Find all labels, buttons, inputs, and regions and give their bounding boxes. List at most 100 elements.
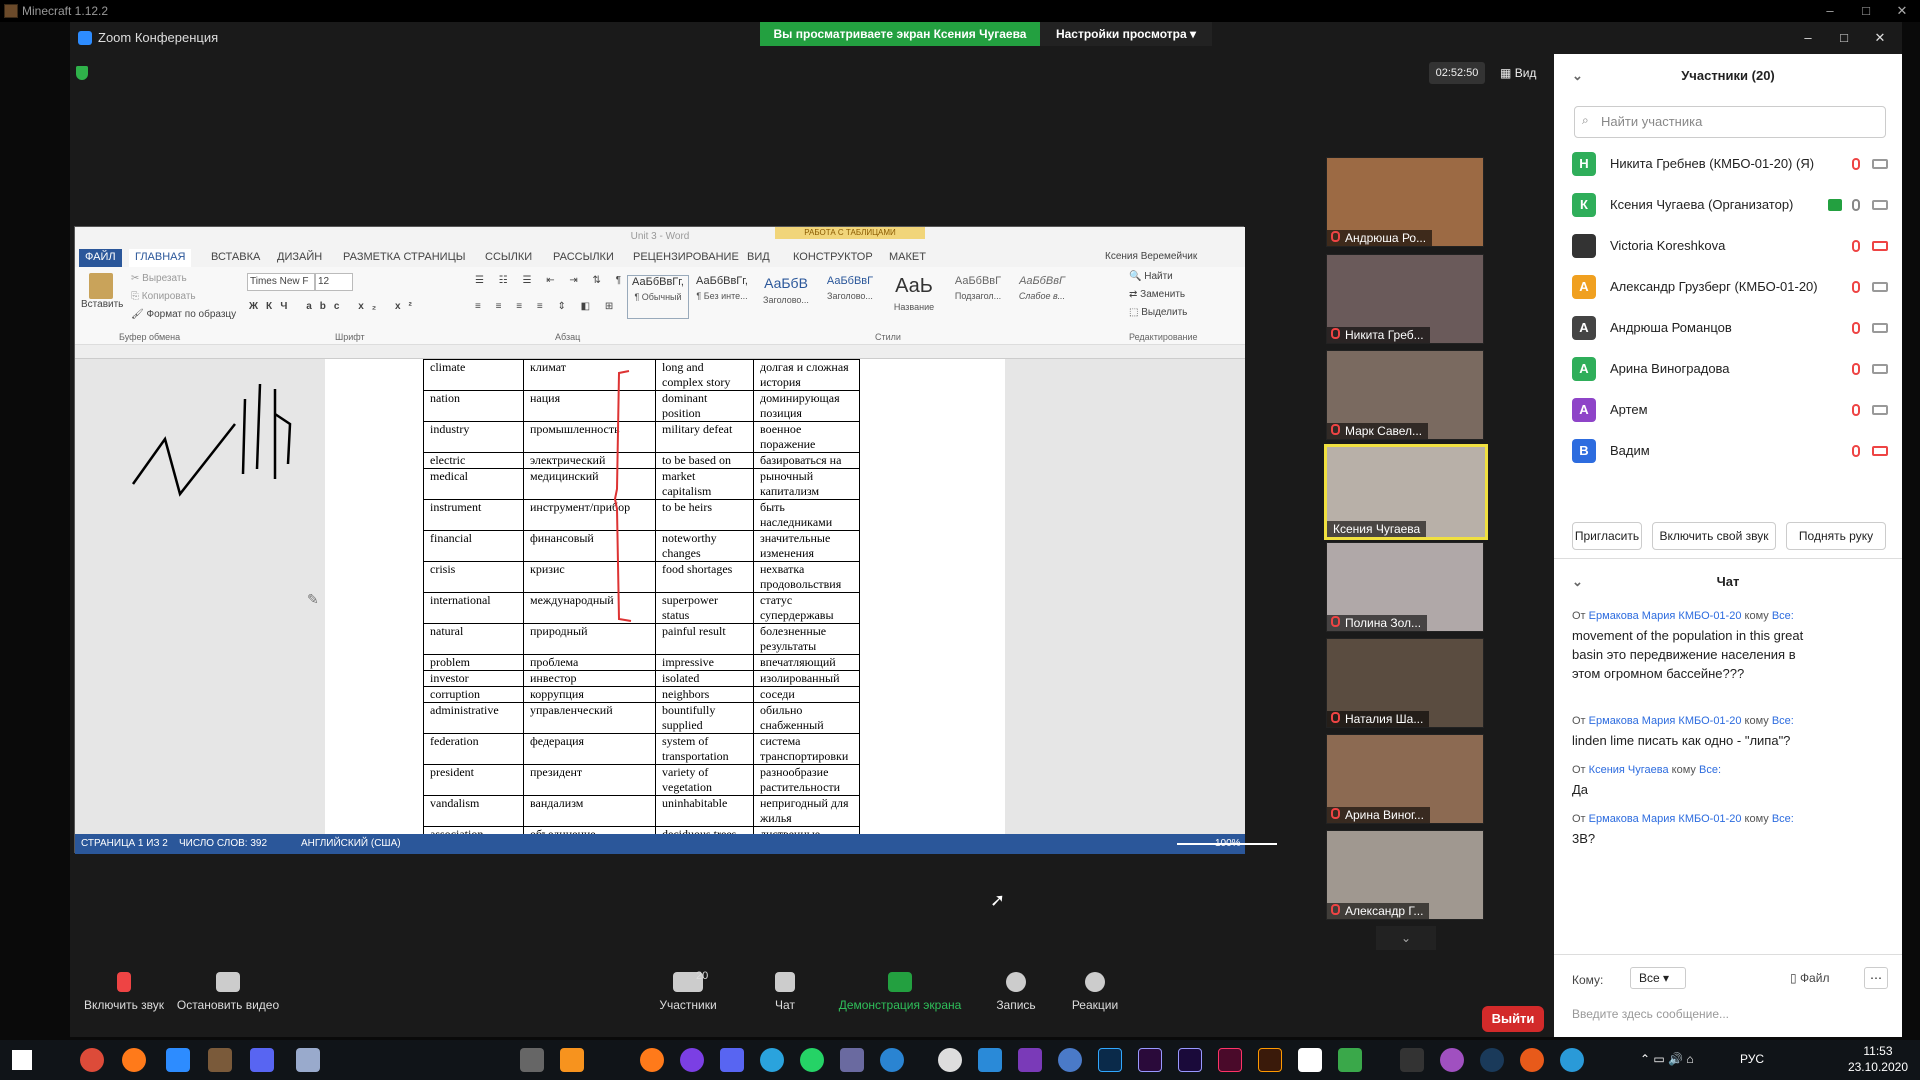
discord-icon[interactable] (250, 1048, 274, 1072)
scroll-down-icon[interactable]: ⌄ (1376, 926, 1436, 950)
style-no-spacing[interactable]: АаБбВвГг, ¶ Без инте... (691, 275, 753, 319)
video-tile[interactable]: Александр Г... (1326, 830, 1484, 920)
table-cell[interactable]: вандализм (523, 795, 656, 827)
table-cell[interactable]: разнообразие растительности (753, 764, 860, 796)
cut-button[interactable]: ✂ Вырезать (131, 273, 187, 284)
align-buttons[interactable]: ≡ ≡ ≡ ≡ ⇕ ◧ ⊞ (475, 301, 619, 312)
list-buttons[interactable]: ☰ ☷ ☰ ⇤ ⇥ ⇅ ¶ (475, 275, 627, 286)
steam-icon[interactable] (1480, 1048, 1504, 1072)
table-cell[interactable]: соседи (753, 686, 860, 703)
chat-input[interactable]: Введите здесь сообщение... (1572, 1007, 1729, 1021)
video-tile[interactable]: Арина Виног... (1326, 734, 1484, 824)
sender-name[interactable]: Ермакова Мария КМБО-01-20 (1589, 813, 1742, 825)
table-cell[interactable]: электрический (523, 452, 656, 469)
discord-icon[interactable] (720, 1048, 744, 1072)
minimize-button[interactable]: – (1812, 0, 1848, 22)
unreal-icon[interactable] (938, 1048, 962, 1072)
table-row[interactable]: international международный superpower sta… (423, 592, 860, 624)
unmute-button[interactable]: Включить звук (76, 972, 172, 1012)
table-cell[interactable]: variety of vegetation (655, 764, 754, 796)
table-cell[interactable]: кризис (523, 561, 656, 593)
mic-muted-icon[interactable] (1852, 281, 1860, 293)
calculator-icon[interactable] (520, 1048, 544, 1072)
participant-row[interactable]: А Артем (1572, 392, 1890, 428)
tab-file[interactable]: ФАЙЛ (79, 249, 122, 267)
table-cell[interactable]: президент (523, 764, 656, 796)
camera-off-icon[interactable] (1872, 241, 1888, 251)
recipient[interactable]: Все: (1772, 813, 1794, 825)
tab-design[interactable]: ДИЗАЙН (271, 249, 328, 267)
table-cell[interactable]: доминирующая позиция (753, 390, 860, 422)
maximize-button[interactable]: □ (1848, 0, 1884, 22)
participant-row[interactable]: В Вадим (1572, 433, 1890, 469)
table-cell[interactable]: association (423, 826, 524, 834)
mic-muted-icon[interactable] (1852, 363, 1860, 375)
camera-icon[interactable] (1872, 159, 1888, 169)
table-row[interactable]: natural природный painful result болезненны… (423, 623, 860, 655)
camera-icon[interactable] (1872, 405, 1888, 415)
table-cell[interactable]: crisis (423, 561, 524, 593)
table-cell[interactable]: медицинский (523, 468, 656, 500)
shared-screen-word[interactable]: Unit 3 - Word РАБОТА С ТАБЛИЦАМИ ФАЙЛ ГЛ… (74, 226, 1277, 854)
table-cell[interactable]: uninhabitable (655, 795, 754, 827)
table-cell[interactable]: impressive (655, 654, 754, 671)
camera-icon[interactable] (1872, 200, 1888, 210)
close-button[interactable]: ✕ (1884, 0, 1920, 22)
table-row[interactable]: vandalism вандализм uninhabitable непригодн… (423, 795, 860, 827)
tab-mailings[interactable]: РАССЫЛКИ (547, 249, 620, 267)
table-cell[interactable]: управленческий (523, 702, 656, 734)
video-tile[interactable]: Наталия Ша... (1326, 638, 1484, 728)
table-row[interactable]: financial финансовый noteworthy changes зна… (423, 530, 860, 562)
table-cell[interactable]: military defeat (655, 421, 754, 453)
style-subtle-emphasis[interactable]: АаБбВвГ Слабое в... (1011, 275, 1073, 319)
app-icon[interactable] (840, 1048, 864, 1072)
table-cell[interactable]: problem (423, 654, 524, 671)
table-cell[interactable]: быть наследниками (753, 499, 860, 531)
table-cell[interactable]: deciduous trees (655, 826, 754, 834)
table-cell[interactable]: to be based on (655, 452, 754, 469)
tab-table-layout[interactable]: МАКЕТ (883, 249, 932, 267)
mic-icon[interactable] (1852, 199, 1860, 211)
sender-name[interactable]: Ермакова Мария КМБО-01-20 (1589, 715, 1742, 727)
table-cell[interactable]: vandalism (423, 795, 524, 827)
telegram-icon[interactable] (760, 1048, 784, 1072)
qt-icon[interactable] (1338, 1048, 1362, 1072)
recipient[interactable]: Все: (1772, 715, 1794, 727)
table-cell[interactable]: впечатляющий (753, 654, 860, 671)
table-cell[interactable]: painful result (655, 623, 754, 655)
mic-muted-icon[interactable] (1852, 445, 1860, 457)
table-cell[interactable]: industry (423, 421, 524, 453)
app-icon[interactable] (1440, 1048, 1464, 1072)
epic-games-icon[interactable] (1400, 1048, 1424, 1072)
whatsapp-icon[interactable] (800, 1048, 824, 1072)
table-cell[interactable]: изолированный (753, 670, 860, 687)
view-button[interactable]: ▦ Вид (1500, 62, 1540, 84)
table-cell[interactable]: long and complex story (655, 359, 754, 391)
style-title[interactable]: АаЬ Название (883, 275, 945, 319)
table-cell[interactable]: статус супердержавы (753, 592, 860, 624)
tab-home[interactable]: ГЛАВНАЯ (129, 249, 192, 267)
table-cell[interactable]: климат (523, 359, 656, 391)
table-cell[interactable]: нация (523, 390, 656, 422)
table-row[interactable]: electric электрический to be based on базир… (423, 452, 860, 469)
tab-insert[interactable]: ВСТАВКА (205, 249, 266, 267)
table-cell[interactable]: dominant position (655, 390, 754, 422)
table-cell[interactable]: climate (423, 359, 524, 391)
table-cell[interactable]: isolated (655, 670, 754, 687)
table-cell[interactable]: промышленность (523, 421, 656, 453)
reactions-button[interactable]: Реакции (1060, 972, 1130, 1012)
camera-icon[interactable] (1872, 364, 1888, 374)
recipient[interactable]: Все: (1699, 764, 1721, 776)
table-cell[interactable]: federation (423, 733, 524, 765)
table-cell[interactable]: международный (523, 592, 656, 624)
vocabulary-table[interactable]: climate климат long and complex story долга… (423, 359, 860, 834)
participant-row[interactable]: Victoria Koreshkova (1572, 228, 1890, 264)
table-cell[interactable]: market capitalism (655, 468, 754, 500)
document-area[interactable]: ✎ climate климат long and complex story дол… (75, 359, 1245, 834)
table-cell[interactable]: bountifully supplied (655, 702, 754, 734)
copy-button[interactable]: ⎘ Копировать (131, 291, 196, 302)
tray-icons[interactable]: ⌃ ▭ 🔊 ⌂ (1640, 1052, 1694, 1066)
table-cell[interactable]: долгая и сложная история (753, 359, 860, 391)
video-tile[interactable]: Полина Зол... (1326, 542, 1484, 632)
table-cell[interactable]: food shortages (655, 561, 754, 593)
